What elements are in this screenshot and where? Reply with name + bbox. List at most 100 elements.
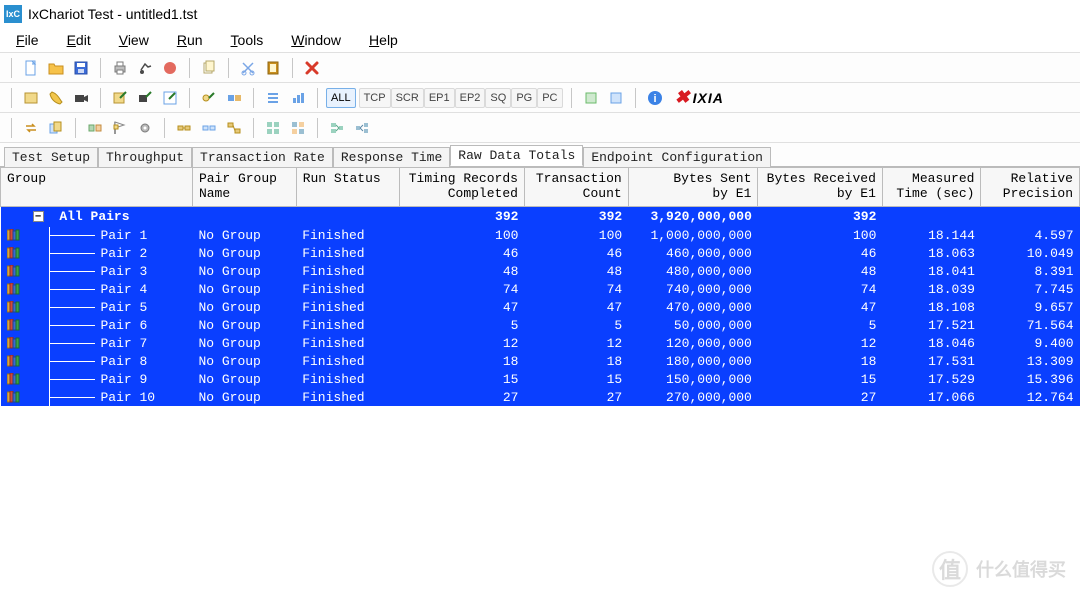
- tab-transaction-rate[interactable]: Transaction Rate: [192, 147, 333, 167]
- import-icon[interactable]: [605, 87, 627, 109]
- table-row[interactable]: Pair 1No GroupFinished1001001,000,000,00…: [1, 226, 1080, 244]
- filter-ep2-button[interactable]: EP2: [455, 88, 486, 108]
- menu-help[interactable]: Help: [361, 30, 406, 50]
- col-bytes_received_by_e1[interactable]: Bytes Received by E1: [758, 168, 883, 207]
- filter-ep1-button[interactable]: EP1: [424, 88, 455, 108]
- table-row[interactable]: Pair 8No GroupFinished1818180,000,000181…: [1, 352, 1080, 370]
- summary-row[interactable]: − All Pairs3923923,920,000,000392: [1, 206, 1080, 226]
- raw-data-table: GroupPair Group NameRun StatusTiming Rec…: [0, 167, 1080, 406]
- pair-label: Pair 3: [99, 264, 148, 279]
- pair-label: Pair 6: [99, 318, 148, 333]
- pair-label: Pair 1: [99, 228, 148, 243]
- edit-script-icon[interactable]: [109, 87, 131, 109]
- filter-scr-button[interactable]: SCR: [391, 88, 424, 108]
- merge-icon[interactable]: [326, 117, 348, 139]
- pair-tool-icon[interactable]: [198, 87, 220, 109]
- menu-window[interactable]: Window: [283, 30, 349, 50]
- swap-icon[interactable]: [20, 117, 42, 139]
- filter-tcp-button[interactable]: TCP: [359, 88, 391, 108]
- col-run_status[interactable]: Run Status: [296, 168, 400, 207]
- chart-icon[interactable]: [287, 87, 309, 109]
- books-icon: [7, 355, 21, 367]
- tab-strip: Test SetupThroughputTransaction RateResp…: [0, 142, 1080, 166]
- filter-all-button[interactable]: ALL: [326, 88, 356, 108]
- toolbar-grouping: [0, 112, 1080, 142]
- pair-label: Pair 9: [99, 372, 148, 387]
- tab-raw-data-totals[interactable]: Raw Data Totals: [450, 145, 583, 166]
- raw-data-table-wrap: GroupPair Group NameRun StatusTiming Rec…: [0, 166, 1080, 597]
- phone-icon[interactable]: [45, 87, 67, 109]
- col-pair_group_name[interactable]: Pair Group Name: [192, 168, 296, 207]
- menu-edit[interactable]: Edit: [59, 30, 99, 50]
- unlink-icon[interactable]: [198, 117, 220, 139]
- new-file-icon[interactable]: [20, 57, 42, 79]
- save-icon[interactable]: [70, 57, 92, 79]
- tab-test-setup[interactable]: Test Setup: [4, 147, 98, 167]
- svg-text:i: i: [653, 93, 656, 105]
- col-relative_precision[interactable]: Relative Precision: [981, 168, 1080, 207]
- grid-a-icon[interactable]: [262, 117, 284, 139]
- collapse-icon[interactable]: −: [33, 211, 44, 222]
- group-edit-icon[interactable]: [159, 87, 181, 109]
- info-icon[interactable]: i: [644, 87, 666, 109]
- menu-view[interactable]: View: [111, 30, 157, 50]
- table-row[interactable]: Pair 6No GroupFinished5550,000,000517.52…: [1, 316, 1080, 334]
- tab-endpoint-configuration[interactable]: Endpoint Configuration: [583, 147, 771, 167]
- duplicate-icon[interactable]: [45, 117, 67, 139]
- export-icon[interactable]: [580, 87, 602, 109]
- table-row[interactable]: Pair 10No GroupFinished2727270,000,00027…: [1, 388, 1080, 406]
- run-icon[interactable]: [134, 57, 156, 79]
- pair-label: Pair 10: [99, 390, 156, 405]
- filter-pc-button[interactable]: PC: [537, 88, 562, 108]
- pair-label: Pair 2: [99, 246, 148, 261]
- print-icon[interactable]: [109, 57, 131, 79]
- books-icon: [7, 247, 21, 259]
- books-icon: [7, 265, 21, 277]
- delete-icon[interactable]: [301, 57, 323, 79]
- books-icon: [7, 301, 21, 313]
- table-row[interactable]: Pair 2No GroupFinished4646460,000,000461…: [1, 244, 1080, 262]
- books-icon: [7, 391, 21, 403]
- summary-label: All Pairs: [59, 209, 129, 224]
- toolbar-endpoints: ALL TCPSCREP1EP2SQPGPC i ✖ IXIA: [0, 82, 1080, 112]
- cut-icon[interactable]: [237, 57, 259, 79]
- move-icon[interactable]: [223, 117, 245, 139]
- col-timing_records_completed[interactable]: Timing Records Completed: [400, 168, 525, 207]
- table-row[interactable]: Pair 4No GroupFinished7474740,000,000741…: [1, 280, 1080, 298]
- brand-x-icon: ✖: [675, 87, 691, 108]
- brand-ixia: ✖ IXIA: [675, 87, 724, 108]
- node-tool-icon[interactable]: [223, 87, 245, 109]
- grid-b-icon[interactable]: [287, 117, 309, 139]
- edit-camera-icon[interactable]: [134, 87, 156, 109]
- copy-icon[interactable]: [198, 57, 220, 79]
- gear-icon[interactable]: [134, 117, 156, 139]
- tab-throughput[interactable]: Throughput: [98, 147, 192, 167]
- col-measured_time_sec[interactable]: Measured Time (sec): [882, 168, 981, 207]
- menu-tools[interactable]: Tools: [223, 30, 272, 50]
- stop-icon[interactable]: [159, 57, 181, 79]
- script-icon[interactable]: [20, 87, 42, 109]
- col-group[interactable]: Group: [1, 168, 193, 207]
- books-icon: [7, 229, 21, 241]
- filter-pg-button[interactable]: PG: [511, 88, 537, 108]
- table-row[interactable]: Pair 9No GroupFinished1515150,000,000151…: [1, 370, 1080, 388]
- list-icon[interactable]: [262, 87, 284, 109]
- filter-sq-button[interactable]: SQ: [485, 88, 511, 108]
- open-file-icon[interactable]: [45, 57, 67, 79]
- pair-label: Pair 8: [99, 354, 148, 369]
- camera-icon[interactable]: [70, 87, 92, 109]
- link-icon[interactable]: [173, 117, 195, 139]
- split-icon[interactable]: [351, 117, 373, 139]
- table-row[interactable]: Pair 5No GroupFinished4747470,000,000471…: [1, 298, 1080, 316]
- table-row[interactable]: Pair 3No GroupFinished4848480,000,000481…: [1, 262, 1080, 280]
- menu-file[interactable]: File: [8, 30, 47, 50]
- menu-run[interactable]: Run: [169, 30, 211, 50]
- col-transaction_count[interactable]: Transaction Count: [524, 168, 628, 207]
- paste-icon[interactable]: [262, 57, 284, 79]
- table-row[interactable]: Pair 7No GroupFinished1212120,000,000121…: [1, 334, 1080, 352]
- align-left-icon[interactable]: [84, 117, 106, 139]
- tab-response-time[interactable]: Response Time: [333, 147, 450, 167]
- flag-icon[interactable]: [109, 117, 131, 139]
- toolbar-standard: [0, 52, 1080, 82]
- col-bytes_sent_by_e1[interactable]: Bytes Sent by E1: [628, 168, 758, 207]
